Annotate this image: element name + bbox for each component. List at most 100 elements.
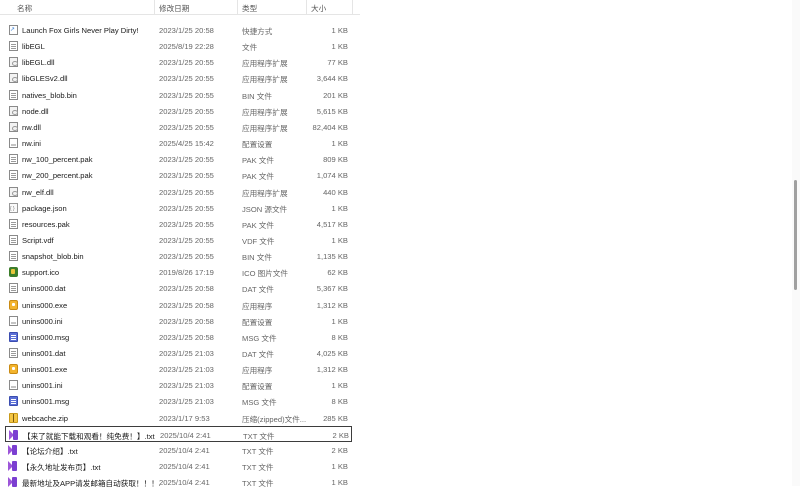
file-type: 配置设置 xyxy=(242,317,273,327)
file-row[interactable]: unins001.dat 2023/1/25 21:03 DAT 文件 4,025 K… xyxy=(5,345,352,361)
file-row[interactable]: node.dll 2023/1/25 20:55 应用程序扩展 5,615 KB xyxy=(5,103,352,119)
file-name: snapshot_blob.bin xyxy=(22,252,84,262)
file-row[interactable]: nw_100_percent.pak 2023/1/25 20:55 PAK 文件 8… xyxy=(5,151,352,167)
file-modified-date: 2019/8/26 17:19 xyxy=(159,268,214,278)
file-name: unins001.exe xyxy=(22,365,68,375)
file-size: 1 KB xyxy=(331,235,348,245)
dll-icon xyxy=(9,186,18,197)
file-row[interactable]: 【来了就能下载和观看！纯免费！】.txt 2025/10/4 2:41 TXT 文件… xyxy=(5,425,352,442)
file-size: 1 KB xyxy=(331,381,348,391)
zip-icon xyxy=(9,412,18,423)
file-row[interactable]: libEGL.dll 2023/1/25 20:55 应用程序扩展 77 KB xyxy=(5,54,352,70)
file-type: PAK 文件 xyxy=(242,156,274,166)
file-type: BIN 文件 xyxy=(242,253,272,263)
file-row[interactable]: resources.pak 2023/1/25 20:55 PAK 文件 4,517 … xyxy=(5,216,352,232)
file-size: 4,025 KB xyxy=(316,349,348,358)
file-row[interactable]: snapshot_blob.bin 2023/1/25 20:55 BIN 文件 1,… xyxy=(5,248,352,264)
file-row[interactable]: unins000.exe 2023/1/25 20:58 应用程序 1,312 KB xyxy=(5,297,352,313)
column-type-header[interactable]: 类型 xyxy=(242,3,257,14)
column-date-header[interactable]: 修改日期 xyxy=(159,3,189,14)
file-modified-date: 2025/8/19 22:28 xyxy=(159,42,214,52)
file-type: 应用程序扩展 xyxy=(242,59,288,69)
file-modified-date: 2025/4/25 15:42 xyxy=(159,139,214,149)
file-row[interactable]: nw_200_percent.pak 2023/1/25 20:55 PAK 文件 1… xyxy=(5,167,352,183)
file-size: 2 KB xyxy=(332,430,349,440)
config-icon xyxy=(9,315,18,326)
file-icon xyxy=(9,251,18,262)
file-type: VDF 文件 xyxy=(242,236,275,246)
image-icon xyxy=(9,267,18,278)
file-row[interactable]: unins000.ini 2023/1/25 20:58 配置设置 1 KB xyxy=(5,313,352,329)
file-modified-date: 2023/1/25 20:55 xyxy=(159,203,214,213)
file-row[interactable]: nw.dll 2023/1/25 20:55 应用程序扩展 82,404 KB xyxy=(5,119,352,135)
file-modified-date: 2023/1/25 20:55 xyxy=(159,252,214,262)
file-type: PAK 文件 xyxy=(242,220,274,230)
file-name: node.dll xyxy=(22,106,49,116)
file-size: 5,615 KB xyxy=(316,106,348,116)
file-name: unins001.msg xyxy=(22,397,70,407)
file-name: nw.ini xyxy=(22,139,41,149)
file-icon xyxy=(9,154,18,165)
file-row[interactable]: unins001.exe 2023/1/25 21:03 应用程序 1,312 KB xyxy=(5,361,352,377)
file-row[interactable]: libEGL 2025/8/19 22:28 文件 1 KB xyxy=(5,38,352,54)
column-divider[interactable] xyxy=(306,0,307,14)
file-row[interactable]: support.ico 2019/8/26 17:19 ICO 图片文件 62 KB xyxy=(5,264,352,280)
file-icon xyxy=(9,89,18,100)
column-divider[interactable] xyxy=(237,0,238,14)
file-row[interactable]: libGLESv2.dll 2023/1/25 20:55 应用程序扩展 3,644 … xyxy=(5,70,352,86)
file-row[interactable]: unins001.msg 2023/1/25 21:03 MSG 文件 8 KB xyxy=(5,393,352,409)
file-row[interactable]: 【论坛介绍】.txt 2025/10/4 2:41 TXT 文件 2 KB xyxy=(5,442,352,458)
file-row[interactable]: webcache.zip 2023/1/17 9:53 压缩(zipped)文件..… xyxy=(5,410,352,426)
column-name-header[interactable]: 名称 xyxy=(17,3,32,14)
file-name: support.ico xyxy=(22,268,60,278)
file-size: 440 KB xyxy=(323,187,348,197)
file-row[interactable]: nw_elf.dll 2023/1/25 20:55 应用程序扩展 440 KB xyxy=(5,184,352,200)
file-type: TXT 文件 xyxy=(242,479,274,489)
scrollbar-thumb[interactable] xyxy=(794,180,797,290)
file-icon xyxy=(9,234,18,245)
visual-studio-icon xyxy=(9,429,20,440)
file-modified-date: 2023/1/25 20:58 xyxy=(159,26,214,35)
file-type: JSON 源文件 xyxy=(242,204,288,214)
file-name: 【永久地址发布页】.txt xyxy=(22,463,101,473)
file-modified-date: 2023/1/25 20:55 xyxy=(159,155,214,165)
file-size: 1,135 KB xyxy=(316,252,348,262)
file-row[interactable]: Launch Fox Girls Never Play Dirty! 2023/1… xyxy=(5,22,352,38)
file-modified-date: 2023/1/25 20:55 xyxy=(159,187,214,197)
file-type: DAT 文件 xyxy=(242,350,274,359)
file-modified-date: 2023/1/25 20:55 xyxy=(159,235,214,245)
file-row[interactable]: natives_blob.bin 2023/1/25 20:55 BIN 文件 201… xyxy=(5,87,352,103)
file-modified-date: 2023/1/25 20:58 xyxy=(159,332,214,342)
file-size: 77 KB xyxy=(327,58,348,68)
file-modified-date: 2023/1/25 20:55 xyxy=(159,171,214,181)
file-type: 应用程序 xyxy=(242,301,273,311)
file-type: 配置设置 xyxy=(242,382,273,392)
file-name: nw.dll xyxy=(22,122,41,132)
file-row[interactable]: package.json 2023/1/25 20:55 JSON 源文件 1 KB xyxy=(5,200,352,216)
file-row[interactable]: 最新地址及APP请发邮箱自动获取！！！... 2025/10/4 2:41 TXT … xyxy=(5,474,352,490)
file-size: 3,644 KB xyxy=(316,74,348,84)
file-row[interactable]: unins001.ini 2023/1/25 21:03 配置设置 1 KB xyxy=(5,377,352,393)
file-size: 1 KB xyxy=(331,42,348,52)
column-divider[interactable] xyxy=(154,0,155,14)
file-size: 5,367 KB xyxy=(316,284,348,294)
column-divider[interactable] xyxy=(352,0,353,14)
column-size-header[interactable]: 大小 xyxy=(311,3,326,14)
file-type: TXT 文件 xyxy=(242,463,274,473)
file-modified-date: 2023/1/17 9:53 xyxy=(159,413,210,423)
file-modified-date: 2025/10/4 2:41 xyxy=(160,430,211,440)
file-row[interactable]: unins000.msg 2023/1/25 20:58 MSG 文件 8 KB xyxy=(5,329,352,345)
file-icon xyxy=(9,218,18,229)
file-icon xyxy=(9,41,18,52)
vertical-scrollbar[interactable] xyxy=(792,0,800,486)
file-type: BIN 文件 xyxy=(242,91,272,101)
file-row[interactable]: Script.vdf 2023/1/25 20:55 VDF 文件 1 KB xyxy=(5,232,352,248)
file-size: 2 KB xyxy=(331,445,348,455)
file-type: 应用程序扩展 xyxy=(242,188,288,198)
file-name: unins000.msg xyxy=(22,332,70,342)
file-row[interactable]: 【永久地址发布页】.txt 2025/10/4 2:41 TXT 文件 1 KB xyxy=(5,458,352,474)
file-size: 1 KB xyxy=(331,203,348,213)
file-modified-date: 2023/1/25 20:55 xyxy=(159,122,214,132)
file-row[interactable]: unins000.dat 2023/1/25 20:58 DAT 文件 5,367 K… xyxy=(5,280,352,296)
file-row[interactable]: nw.ini 2025/4/25 15:42 配置设置 1 KB xyxy=(5,135,352,151)
